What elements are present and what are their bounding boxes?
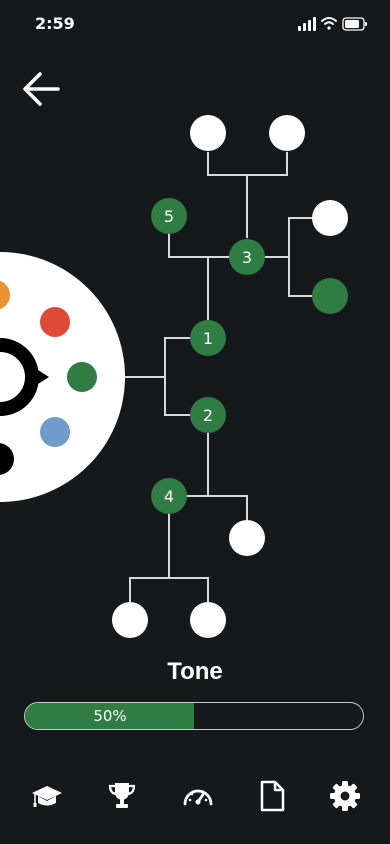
node-label: 4 [164,487,174,506]
node-label: 3 [242,248,252,267]
tree-node-2[interactable]: 2 [190,397,226,433]
tree-node-empty[interactable] [190,115,226,151]
nav-settings-button[interactable] [321,770,369,822]
document-icon [260,780,285,812]
node-label: 5 [164,207,174,226]
bottom-nav [0,770,390,822]
speedometer-icon [183,789,213,806]
node-label: 1 [203,329,213,348]
red-dot[interactable] [40,307,70,337]
tree-node-empty[interactable] [190,602,226,638]
skill-title: Tone [167,658,223,685]
color-wheel[interactable] [0,252,125,502]
nav-learn-button[interactable] [23,770,71,822]
tree-node-empty[interactable] [269,115,305,151]
green-dot[interactable] [67,362,97,392]
progress-bar: 50% [24,702,364,730]
tree-node-empty[interactable] [112,602,148,638]
trophy-icon [108,783,136,808]
progress-label: 50% [93,707,127,725]
skill-tree: 1 2 3 4 5 [0,0,390,660]
tree-node-3[interactable]: 3 [229,239,265,275]
tree-node-5[interactable]: 5 [151,198,187,234]
nav-achievements-button[interactable] [98,770,146,822]
tree-node-empty[interactable] [229,520,265,556]
graduation-cap-icon [32,786,62,807]
blue-dot[interactable] [40,417,70,447]
nav-stats-button[interactable] [174,770,222,822]
nav-documents-button[interactable] [248,770,296,822]
tree-node-filled[interactable] [312,278,348,314]
gear-icon [330,781,360,811]
node-label: 2 [203,406,213,425]
tree-node-4[interactable]: 4 [151,478,187,514]
tree-node-empty[interactable] [312,200,348,236]
tree-node-1[interactable]: 1 [190,320,226,356]
